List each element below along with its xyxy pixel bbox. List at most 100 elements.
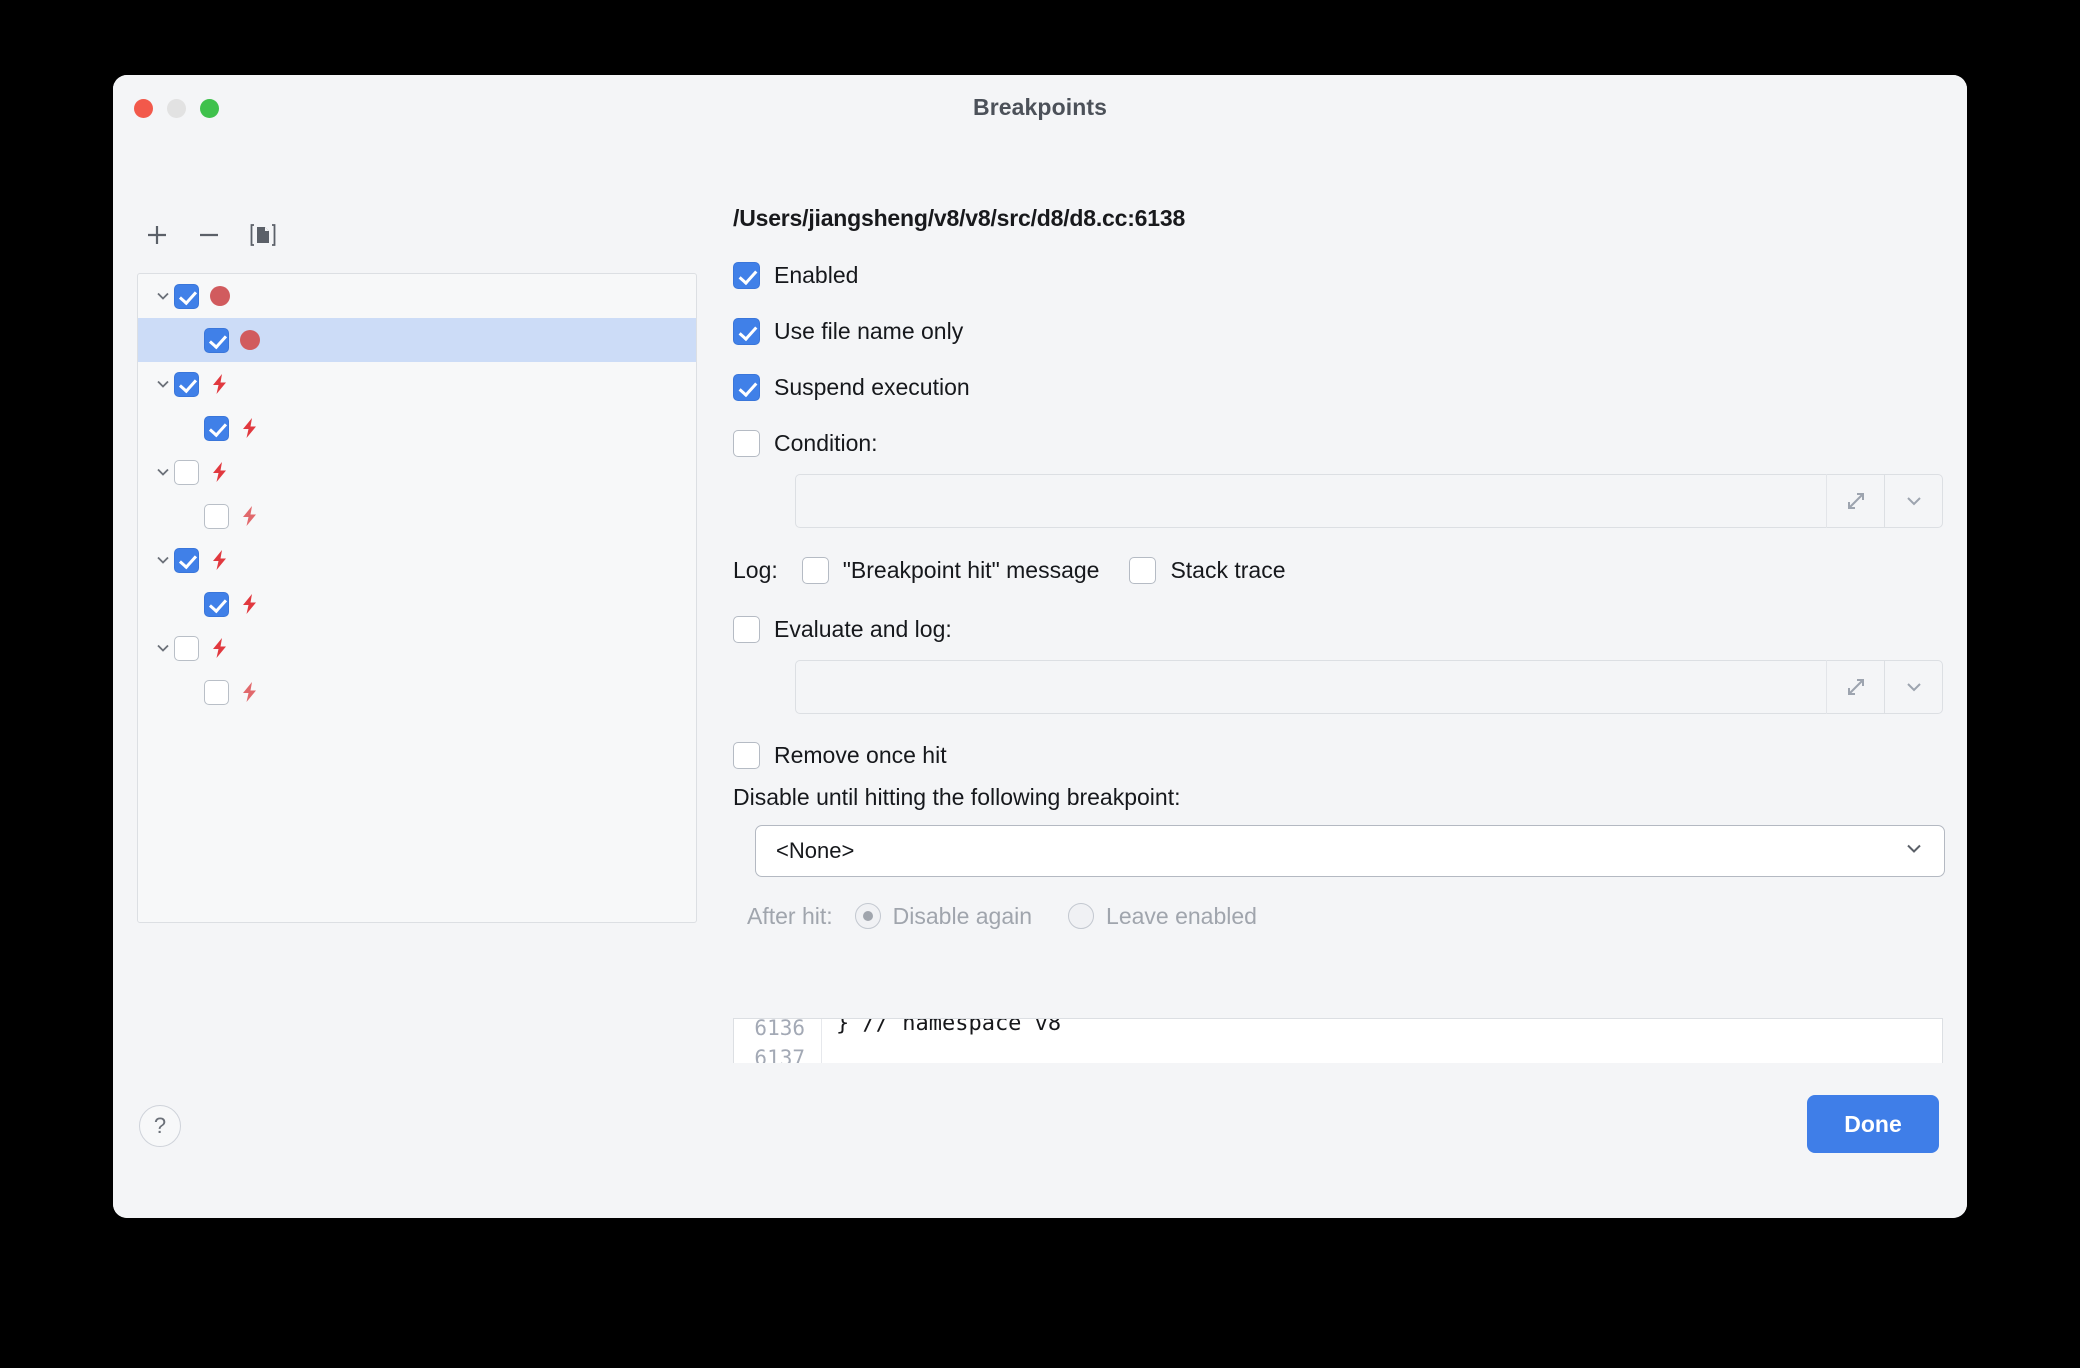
suspend-execution-label: Suspend execution (774, 374, 970, 401)
tree-item-checkbox[interactable] (174, 460, 199, 485)
after-hit-leave-enabled-option[interactable]: Leave enabled (1068, 903, 1257, 930)
condition-checkbox[interactable] (733, 430, 760, 457)
exception-bolt-icon (240, 681, 260, 703)
after-hit-disable-again-radio[interactable] (855, 903, 881, 929)
after-hit-disable-again-label: Disable again (893, 903, 1032, 930)
enabled-checkbox[interactable] (733, 262, 760, 289)
log-stack-trace-option[interactable]: Stack trace (1129, 557, 1285, 584)
code-line[interactable]: 6136} // namespace v8 (734, 1019, 1942, 1036)
after-hit-row: After hit: Disable again Leave enabled (747, 899, 1943, 933)
evaluate-and-log-history-dropdown-button[interactable] (1884, 660, 1942, 714)
remove-breakpoint-button[interactable] (189, 215, 229, 255)
tree-row[interactable] (138, 538, 696, 582)
tree-row[interactable] (138, 626, 696, 670)
suspend-execution-option-row[interactable]: Suspend execution (733, 370, 1943, 404)
exception-bolt-icon (210, 637, 230, 659)
chevron-down-icon[interactable] (152, 549, 174, 571)
chevron-down-icon (1902, 837, 1926, 866)
expand-diagonal-icon (1843, 488, 1869, 514)
add-breakpoint-button[interactable] (137, 215, 177, 255)
remove-once-hit-option-row[interactable]: Remove once hit (733, 738, 1943, 772)
breakpoint-tree[interactable] (137, 273, 697, 923)
remove-once-hit-label: Remove once hit (774, 742, 947, 769)
breakpoint-detail-pane: /Users/jiangsheng/v8/v8/src/d8/d8.cc:613… (733, 205, 1943, 933)
tree-item-checkbox[interactable] (204, 504, 229, 529)
log-stack-trace-label: Stack trace (1170, 557, 1285, 584)
dialog-footer: ? Done (113, 1063, 1967, 1218)
after-hit-leave-enabled-radio[interactable] (1068, 903, 1094, 929)
chevron-down-icon[interactable] (152, 461, 174, 483)
tree-row[interactable] (138, 450, 696, 494)
tree-item-checkbox[interactable] (174, 548, 199, 573)
code-gutter[interactable]: 6136 (734, 1019, 822, 1036)
breakpoints-dialog-window: Breakpoints /Users/jiangsheng/v8/ (113, 75, 1967, 1218)
tree-row[interactable] (138, 582, 696, 626)
condition-label: Condition: (774, 430, 878, 457)
chevron-down-icon[interactable] (152, 285, 174, 307)
log-breakpoint-hit-checkbox[interactable] (802, 557, 829, 584)
tree-item-checkbox[interactable] (204, 592, 229, 617)
tree-item-checkbox[interactable] (204, 680, 229, 705)
condition-expand-button[interactable] (1826, 474, 1884, 528)
exception-bolt-icon (240, 505, 260, 527)
exception-bolt-icon (210, 549, 230, 571)
disable-until-label: Disable until hitting the following brea… (733, 784, 1943, 811)
code-text: } // namespace v8 (822, 1018, 1942, 1036)
exception-bolt-icon (210, 461, 230, 483)
after-hit-disable-again-option[interactable]: Disable again (855, 903, 1032, 930)
tree-item-checkbox[interactable] (204, 416, 229, 441)
exception-bolt-icon (240, 593, 260, 615)
log-breakpoint-hit-option[interactable]: "Breakpoint hit" message (802, 557, 1100, 584)
chevron-down-icon[interactable] (152, 637, 174, 659)
exception-bolt-icon (210, 461, 230, 483)
log-stack-trace-checkbox[interactable] (1129, 557, 1156, 584)
exception-bolt-icon (240, 681, 260, 703)
tree-item-checkbox[interactable] (174, 372, 199, 397)
breakpoint-dot-icon (210, 286, 230, 306)
view-source-button[interactable] (243, 215, 283, 255)
window-title-bar: Breakpoints (113, 75, 1967, 137)
help-button[interactable]: ? (139, 1105, 181, 1147)
breakpoint-path-title: /Users/jiangsheng/v8/v8/src/d8/d8.cc:613… (733, 205, 1943, 232)
enabled-label: Enabled (774, 262, 858, 289)
window-title: Breakpoints (113, 94, 1967, 121)
suspend-execution-checkbox[interactable] (733, 374, 760, 401)
evaluate-and-log-checkbox[interactable] (733, 616, 760, 643)
evaluate-and-log-option-row[interactable]: Evaluate and log: (733, 612, 1943, 646)
tree-row[interactable] (138, 318, 696, 362)
remove-once-hit-checkbox[interactable] (733, 742, 760, 769)
evaluate-and-log-label: Evaluate and log: (774, 616, 952, 643)
condition-history-dropdown-button[interactable] (1884, 474, 1942, 528)
plus-icon (144, 222, 170, 248)
chevron-down-icon[interactable] (152, 373, 174, 395)
exception-bolt-icon (240, 417, 260, 439)
evaluate-and-log-expand-button[interactable] (1826, 660, 1884, 714)
after-hit-label: After hit: (747, 903, 833, 930)
log-row-label: Log: (733, 557, 778, 584)
done-button-label: Done (1844, 1111, 1902, 1138)
tree-row[interactable] (138, 494, 696, 538)
tree-row[interactable] (138, 274, 696, 318)
condition-option-row[interactable]: Condition: (733, 426, 1943, 460)
tree-row[interactable] (138, 670, 696, 714)
after-hit-leave-enabled-label: Leave enabled (1106, 903, 1257, 930)
chevron-down-icon (1902, 489, 1926, 513)
tree-item-checkbox[interactable] (174, 284, 199, 309)
tree-item-checkbox[interactable] (204, 328, 229, 353)
disable-until-selected-value: <None> (776, 838, 854, 864)
breakpoint-dot-icon (240, 330, 260, 350)
condition-expression-field[interactable] (795, 474, 1943, 528)
expand-diagonal-icon (1843, 674, 1869, 700)
tree-row[interactable] (138, 362, 696, 406)
exception-bolt-icon (210, 373, 230, 395)
evaluate-and-log-expression-field[interactable] (795, 660, 1943, 714)
use-file-name-only-checkbox[interactable] (733, 318, 760, 345)
done-button[interactable]: Done (1807, 1095, 1939, 1153)
tree-item-checkbox[interactable] (174, 636, 199, 661)
chevron-down-icon (1902, 675, 1926, 699)
tree-row[interactable] (138, 406, 696, 450)
use-file-name-only-option-row[interactable]: Use file name only (733, 314, 1943, 348)
exception-bolt-icon (210, 373, 230, 395)
disable-until-breakpoint-select[interactable]: <None> (755, 825, 1945, 877)
enabled-option-row[interactable]: Enabled (733, 258, 1943, 292)
